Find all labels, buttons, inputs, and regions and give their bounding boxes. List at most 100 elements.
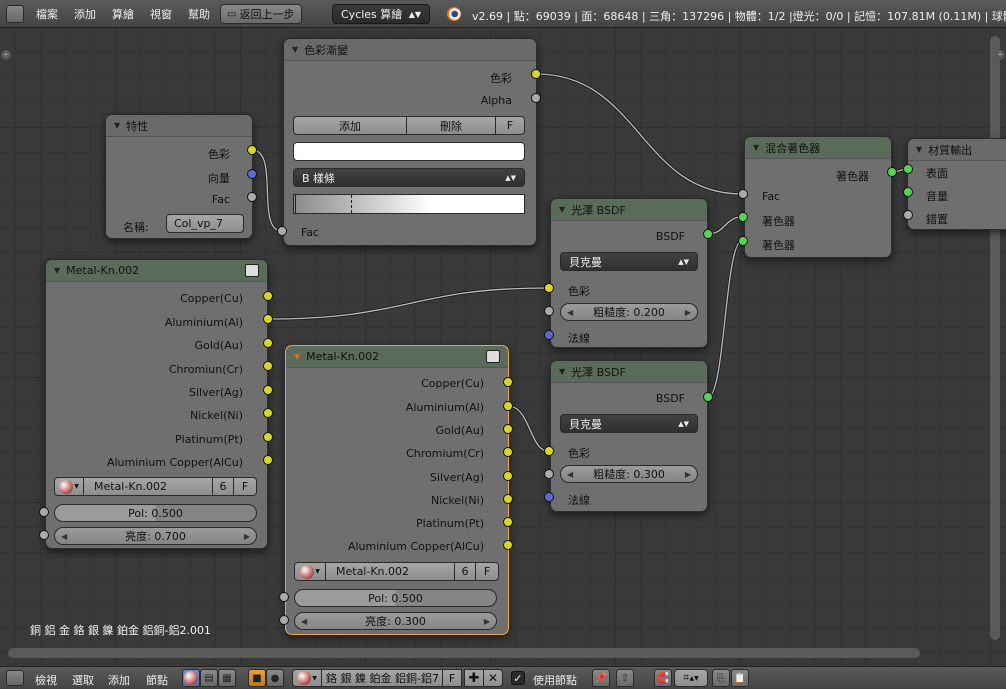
output-displacement-input-socket[interactable] bbox=[903, 210, 913, 220]
node-glossy-bsdf-1[interactable]: ▼ 光澤 BSDF BSDF 貝克曼 ▲▼ 色彩 ◀ 粗糙度: 0.200 ▶ 法線 bbox=[550, 198, 708, 348]
collapse-triangle-icon[interactable]: ▼ bbox=[753, 143, 759, 152]
ramp-fac-input-socket[interactable] bbox=[277, 226, 287, 236]
group-users-count[interactable]: 6 bbox=[454, 562, 476, 581]
metal1-output-socket[interactable] bbox=[263, 361, 273, 371]
gloss1-color-input-socket[interactable] bbox=[544, 283, 554, 293]
metal1-output-socket[interactable] bbox=[263, 455, 273, 465]
metal2-output-socket[interactable] bbox=[503, 377, 513, 387]
world-shader-icon[interactable]: ● bbox=[266, 669, 284, 687]
gloss2-roughness-input-socket[interactable] bbox=[544, 469, 554, 479]
horizontal-scrollbar[interactable] bbox=[8, 648, 920, 658]
attr-vector-output-socket[interactable] bbox=[247, 169, 257, 179]
mix-shader-output-socket[interactable] bbox=[887, 167, 897, 177]
object-shader-icon[interactable]: ■ bbox=[248, 669, 266, 687]
node-glossy-bsdf-2[interactable]: ▼ 光澤 BSDF BSDF 貝克曼 ▲▼ 色彩 ◀ 粗糙度: 0.300 ▶ 法線 bbox=[550, 360, 708, 512]
pol-slider[interactable]: Pol: 0.500 bbox=[294, 589, 497, 607]
texture-nodes-icon[interactable]: ▦ bbox=[218, 669, 236, 687]
metal1-output-socket[interactable] bbox=[263, 432, 273, 442]
material-fake-user-button[interactable]: F bbox=[442, 669, 462, 687]
group-fake-user-button[interactable]: F bbox=[233, 477, 257, 496]
metal2-output-socket[interactable] bbox=[503, 424, 513, 434]
gloss1-normal-input-socket[interactable] bbox=[544, 330, 554, 340]
paste-icon[interactable]: 📋 bbox=[731, 669, 749, 687]
ramp-flip-button[interactable]: F bbox=[495, 116, 525, 135]
active-color-swatch[interactable] bbox=[293, 142, 525, 161]
node-material-output[interactable]: ▼ 材質輸出 表面 音量 錯置 bbox=[907, 138, 1006, 230]
ramp-stop-handle[interactable] bbox=[351, 195, 352, 213]
metal2-output-socket[interactable] bbox=[503, 471, 513, 481]
vertical-scrollbar[interactable] bbox=[990, 36, 1000, 640]
metal2-output-socket[interactable] bbox=[503, 540, 513, 550]
collapse-triangle-icon[interactable]: ▼ bbox=[916, 145, 922, 154]
use-nodes-checkbox[interactable]: ✓ bbox=[511, 671, 525, 685]
mix-shader2-input-socket[interactable] bbox=[738, 236, 748, 246]
brightness-slider[interactable]: ◀ 亮度: 0.700 ▶ bbox=[54, 527, 257, 545]
metal1-output-socket[interactable] bbox=[263, 291, 273, 301]
collapse-triangle-icon[interactable]: ▼ bbox=[54, 266, 60, 275]
undo-button[interactable]: ▭ 返回上一步 bbox=[220, 4, 302, 24]
shader-nodes-icon[interactable] bbox=[182, 669, 200, 687]
ramp-delete-button[interactable]: 刪除 bbox=[406, 116, 496, 135]
compositing-nodes-icon[interactable]: ▤ bbox=[200, 669, 218, 687]
ramp-alpha-output-socket[interactable] bbox=[531, 93, 541, 103]
gloss2-normal-input-socket[interactable] bbox=[544, 492, 554, 502]
material-unlink-button[interactable]: ✕ bbox=[483, 669, 503, 687]
menu-add[interactable]: 添加 bbox=[108, 672, 130, 688]
pol-slider[interactable]: Pol: 0.500 bbox=[54, 504, 257, 522]
node-mix-shader[interactable]: ▼ 混合著色器 著色器 Fac 著色器 著色器 bbox=[744, 136, 892, 258]
metal1-output-socket[interactable] bbox=[263, 338, 273, 348]
distribution-select[interactable]: 貝克曼 ▲▼ bbox=[560, 414, 698, 433]
menu-window[interactable]: 視窗 bbox=[150, 6, 172, 22]
material-name-field[interactable]: 鉻 銀 鎳 鉑金 鋁銅-鋁7 bbox=[321, 669, 443, 687]
copy-icon[interactable]: ⎘ bbox=[712, 669, 730, 687]
node-attribute[interactable]: ▼ 特性 色彩 向量 Fac 名稱: Col_vp_7 bbox=[105, 114, 253, 239]
metal1-output-socket[interactable] bbox=[263, 408, 273, 418]
output-surface-input-socket[interactable] bbox=[903, 164, 913, 174]
properties-expand-icon[interactable]: + bbox=[995, 50, 1005, 60]
menu-add[interactable]: 添加 bbox=[74, 6, 96, 22]
group-browse-button[interactable]: ▼ bbox=[294, 562, 326, 581]
mix-fac-input-socket[interactable] bbox=[738, 189, 748, 199]
material-new-button[interactable]: ✚ bbox=[464, 669, 484, 687]
group-users-count[interactable]: 6 bbox=[212, 477, 234, 496]
collapse-triangle-icon[interactable]: ▼ bbox=[114, 121, 120, 130]
menu-view[interactable]: 檢視 bbox=[35, 672, 57, 688]
group-edit-icon[interactable] bbox=[245, 264, 259, 277]
metal1-output-socket[interactable] bbox=[263, 314, 273, 324]
roughness-slider[interactable]: ◀ 粗糙度: 0.300 ▶ bbox=[560, 465, 698, 483]
snap-toggle-icon[interactable]: 🧲 bbox=[654, 669, 672, 687]
ramp-color-output-socket[interactable] bbox=[531, 69, 541, 79]
node-header[interactable]: ▼ Metal-Kn.002 bbox=[286, 346, 508, 368]
gloss2-bsdf-output-socket[interactable] bbox=[703, 392, 713, 402]
metal2-pol-input-socket[interactable] bbox=[279, 592, 289, 602]
collapse-triangle-icon[interactable]: ▼ bbox=[292, 45, 298, 54]
node-metal-group-1[interactable]: ▼ Metal-Kn.002 Copper(Cu) Aluminium(Al) G… bbox=[45, 259, 268, 549]
node-header[interactable]: ▼ 光澤 BSDF bbox=[551, 199, 707, 221]
gloss1-roughness-input-socket[interactable] bbox=[544, 306, 554, 316]
snap-element-select[interactable]: ⌗ ▲▼ bbox=[674, 669, 708, 687]
metal2-output-socket[interactable] bbox=[503, 494, 513, 504]
gloss1-bsdf-output-socket[interactable] bbox=[703, 229, 713, 239]
interpolation-select[interactable]: B 樣條 ▲▼ bbox=[293, 168, 525, 187]
menu-render[interactable]: 算繪 bbox=[112, 6, 134, 22]
metal1-pol-input-socket[interactable] bbox=[39, 507, 49, 517]
attribute-name-input[interactable]: Col_vp_7 bbox=[166, 214, 244, 233]
ramp-add-button[interactable]: 添加 bbox=[293, 116, 407, 135]
brightness-slider[interactable]: ◀ 亮度: 0.300 ▶ bbox=[294, 612, 497, 630]
collapse-triangle-icon[interactable]: ▼ bbox=[294, 352, 300, 361]
node-header[interactable]: ▼ 色彩漸變 bbox=[284, 39, 536, 61]
render-engine-select[interactable]: Cycles 算繪 ▲▼ bbox=[332, 4, 430, 24]
pin-icon[interactable]: 📌 bbox=[592, 669, 610, 687]
attr-color-output-socket[interactable] bbox=[247, 145, 257, 155]
toolshelf-expand-icon[interactable]: + bbox=[1, 50, 11, 60]
menu-help[interactable]: 幫助 bbox=[188, 6, 210, 22]
node-color-ramp[interactable]: ▼ 色彩漸變 色彩 Alpha 添加 刪除 F B 樣條 ▲▼ Fac bbox=[283, 38, 537, 246]
collapse-triangle-icon[interactable]: ▼ bbox=[559, 205, 565, 214]
attr-fac-output-socket[interactable] bbox=[247, 192, 257, 202]
node-header[interactable]: ▼ 混合著色器 bbox=[745, 137, 891, 159]
editor-type-icon[interactable] bbox=[6, 5, 24, 23]
color-ramp-gradient[interactable] bbox=[293, 194, 525, 214]
menu-node[interactable]: 節點 bbox=[146, 672, 168, 688]
metal1-brightness-input-socket[interactable] bbox=[39, 530, 49, 540]
metal2-output-socket[interactable] bbox=[503, 447, 513, 457]
